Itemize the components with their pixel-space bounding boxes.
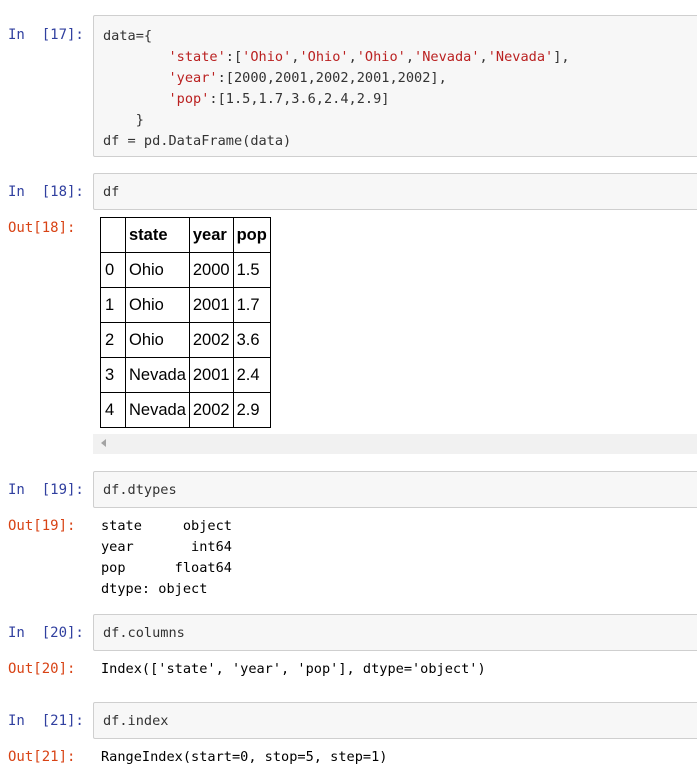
code-line: } <box>103 112 144 128</box>
code-editor-20[interactable]: df.columns <box>94 615 697 644</box>
cell-state: Ohio <box>125 287 190 323</box>
cell-state: Nevada <box>125 392 190 428</box>
table-row: 2 Ohio 2002 3.6 <box>100 322 271 358</box>
cell-pop: 3.6 <box>232 322 271 358</box>
in-prompt-19: In [19]: <box>8 482 84 498</box>
in-prompt-18: In [18]: <box>8 184 84 200</box>
output-dtypes: state object year int64 pop float64 dtyp… <box>101 518 232 597</box>
in-prompt-20: In [20]: <box>8 625 84 641</box>
cell-year: 2000 <box>188 252 234 288</box>
cell-pop: 2.9 <box>232 392 271 428</box>
cell-pop: 2.4 <box>232 357 271 393</box>
row-index: 1 <box>100 287 126 323</box>
code-token: } <box>103 112 144 128</box>
code-token: data={ <box>103 28 153 44</box>
code-cell-19[interactable]: df.dtypes <box>93 471 697 508</box>
code-line: df = pd.DataFrame(data) <box>103 133 291 149</box>
in-prompt-21: In [21]: <box>8 713 84 729</box>
code-token: , <box>479 49 488 65</box>
string-literal: 'pop' <box>168 91 210 107</box>
cell-year: 2001 <box>188 287 234 323</box>
horizontal-scrollbar[interactable] <box>93 434 697 454</box>
column-header-state: state <box>125 217 190 253</box>
string-literal: 'state' <box>168 49 226 65</box>
cell-year: 2001 <box>188 357 234 393</box>
code-token: , <box>348 49 357 65</box>
out-prompt-21: Out[21]: <box>8 749 76 765</box>
code-token: df = pd.DataFrame(data) <box>103 133 292 149</box>
table-row: 3 Nevada 2001 2.4 <box>100 357 271 393</box>
code-line: 'pop':[1.5,1.7,3.6,2.4,2.9] <box>103 91 389 107</box>
string-literal: 'Ohio' <box>356 49 406 65</box>
column-header-pop: pop <box>232 217 271 253</box>
column-header-index <box>100 217 126 253</box>
table-header-row: state year pop <box>100 217 271 253</box>
in-prompt-17: In [17]: <box>8 27 84 43</box>
out-prompt-19: Out[19]: <box>8 518 76 534</box>
string-literal: 'Ohio' <box>299 49 349 65</box>
code-editor-21[interactable]: df.index <box>94 703 697 732</box>
cell-pop: 1.7 <box>232 287 271 323</box>
code-editor-18[interactable]: df <box>94 174 697 203</box>
row-index: 4 <box>100 392 126 428</box>
out-prompt-18: Out[18]: <box>8 220 76 236</box>
code-line: 'state':['Ohio','Ohio','Ohio','Nevada','… <box>103 49 570 65</box>
out-prompt-20: Out[20]: <box>8 661 76 677</box>
code-token: :[ <box>225 49 243 65</box>
code-cell-17[interactable]: data={ 'state':['Ohio','Ohio','Ohio','Ne… <box>93 15 697 157</box>
cell-pop: 1.5 <box>232 252 271 288</box>
string-literal: 'Ohio' <box>242 49 292 65</box>
table-row: 1 Ohio 2001 1.7 <box>100 287 271 323</box>
row-index: 2 <box>100 322 126 358</box>
code-token: , <box>405 49 415 65</box>
code-cell-18[interactable]: df <box>93 173 697 210</box>
code-line: 'year':[2000,2001,2002,2001,2002], <box>103 70 447 86</box>
table-row: 0 Ohio 2000 1.5 <box>100 252 271 288</box>
output-index: RangeIndex(start=0, stop=5, step=1) <box>101 749 388 765</box>
code-editor-17[interactable]: data={ 'state':['Ohio','Ohio','Ohio','Ne… <box>94 16 697 152</box>
cell-state: Ohio <box>125 252 190 288</box>
code-editor-19[interactable]: df.dtypes <box>94 472 697 501</box>
code-cell-20[interactable]: df.columns <box>93 614 697 651</box>
cell-year: 2002 <box>188 322 234 358</box>
code-token: :[2000,2001,2002,2001,2002], <box>217 70 447 86</box>
string-literal: 'Nevada' <box>414 49 480 65</box>
dataframe-table: state year pop 0 Ohio 2000 1.5 1 Ohio 20… <box>100 217 271 428</box>
cell-year: 2002 <box>188 392 234 428</box>
string-literal: 'Nevada' <box>487 49 554 65</box>
code-line: data={ <box>103 28 152 44</box>
row-index: 0 <box>100 252 126 288</box>
code-token: :[1.5,1.7,3.6,2.4,2.9] <box>209 91 390 107</box>
table-row: 4 Nevada 2002 2.9 <box>100 392 271 428</box>
cell-state: Ohio <box>125 322 190 358</box>
code-cell-21[interactable]: df.index <box>93 702 697 739</box>
scroll-left-arrow-icon[interactable] <box>101 439 106 447</box>
column-header-year: year <box>188 217 234 253</box>
string-literal: 'year' <box>168 70 218 86</box>
code-token: ], <box>553 49 570 65</box>
output-columns: Index(['state', 'year', 'pop'], dtype='o… <box>101 661 486 677</box>
row-index: 3 <box>100 357 126 393</box>
cell-state: Nevada <box>125 357 190 393</box>
